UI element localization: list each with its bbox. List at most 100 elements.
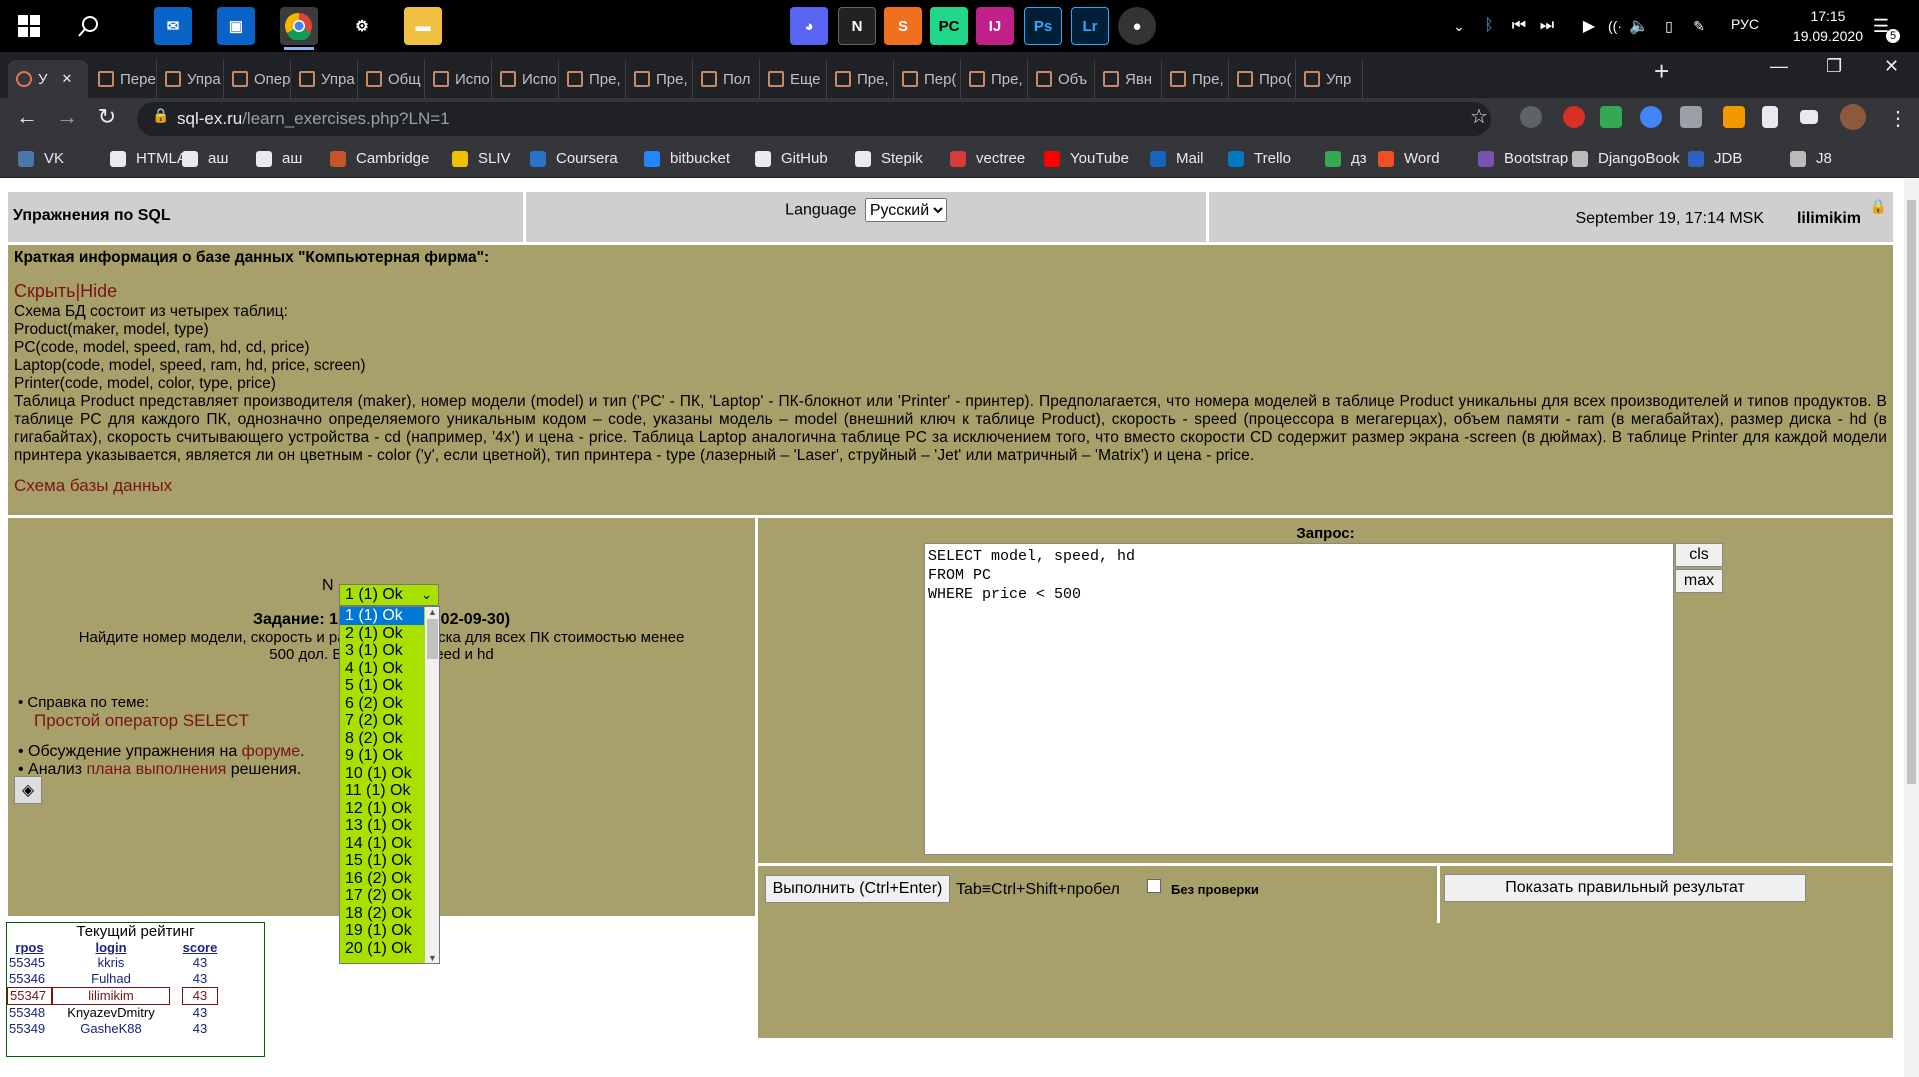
- tab-close-icon[interactable]: ✕: [62, 71, 73, 87]
- bookmark-item[interactable]: JDB: [1688, 150, 1742, 167]
- trello-app-icon[interactable]: ▣: [217, 7, 255, 45]
- username[interactable]: lilimikim: [1797, 210, 1861, 228]
- discord-app-icon[interactable]: ◕: [790, 7, 828, 45]
- bookmark-item[interactable]: SLIV: [452, 150, 511, 167]
- dropdown-option[interactable]: 8 (2) Ok: [340, 730, 424, 748]
- back-icon[interactable]: ←: [12, 104, 42, 130]
- dropdown-option[interactable]: 9 (1) Ok: [340, 747, 424, 765]
- dropdown-option[interactable]: 10 (1) Ok: [340, 765, 424, 783]
- tab[interactable]: Пол: [693, 60, 760, 98]
- dropdown-option[interactable]: 12 (1) Ok: [340, 800, 424, 818]
- scroll-down-arrow[interactable]: ▼: [425, 953, 439, 963]
- dropdown-option[interactable]: 1 (1) Ok: [340, 607, 424, 625]
- help-link[interactable]: Простой оператор SELECT: [34, 711, 249, 730]
- rating-column-header[interactable]: rpos: [7, 940, 52, 955]
- dropdown-option[interactable]: 19 (1) Ok: [340, 922, 424, 940]
- tab[interactable]: Про(: [1229, 60, 1296, 98]
- tab[interactable]: Еще: [760, 60, 827, 98]
- tab[interactable]: Объ: [1028, 60, 1095, 98]
- logout-icon[interactable]: 🔒: [1870, 198, 1887, 215]
- forum-link[interactable]: форуме: [242, 743, 301, 760]
- tab[interactable]: Упра: [157, 60, 224, 98]
- hide-link[interactable]: Скрыть|Hide: [14, 281, 117, 301]
- input-language[interactable]: РУС: [1731, 16, 1759, 32]
- cls-button[interactable]: cls: [1675, 543, 1723, 567]
- dropdown-option[interactable]: 6 (2) Ok: [340, 695, 424, 713]
- language-select[interactable]: Русский: [864, 198, 947, 222]
- dropdown-option[interactable]: 17 (2) Ok: [340, 887, 424, 905]
- tab[interactable]: Испо: [425, 60, 492, 98]
- address-bar[interactable]: sql-ex.ru/learn_exercises.php?LN=1: [137, 102, 1491, 136]
- extension-briefcase-icon[interactable]: [1680, 106, 1702, 128]
- dropdown-option[interactable]: 7 (2) Ok: [340, 712, 424, 730]
- tab[interactable]: Явн: [1095, 60, 1162, 98]
- tab[interactable]: Пре,: [827, 60, 894, 98]
- schema-link[interactable]: Схема базы данных: [14, 476, 172, 495]
- file-explorer-icon[interactable]: ▬: [404, 7, 442, 45]
- run-button[interactable]: Выполнить (Ctrl+Enter): [765, 875, 950, 903]
- bookmark-item[interactable]: YouTube: [1044, 150, 1129, 167]
- bookmark-star-icon[interactable]: ☆: [1470, 104, 1488, 129]
- menu-kebab-icon[interactable]: ⋮: [1888, 106, 1910, 130]
- notion-app-icon[interactable]: N: [838, 7, 876, 45]
- rating-cell[interactable]: kkris: [52, 955, 170, 971]
- bookmark-item[interactable]: Stepik: [855, 150, 923, 167]
- tab-active[interactable]: У ✕: [8, 60, 88, 98]
- intellij-app-icon[interactable]: IJ: [976, 7, 1014, 45]
- bookmark-item[interactable]: Word: [1378, 150, 1440, 167]
- maximize-button[interactable]: ❐: [1826, 56, 1842, 77]
- bookmark-item[interactable]: Bootstrap: [1478, 150, 1568, 167]
- page-scroll-thumb[interactable]: [1907, 200, 1916, 784]
- bookmark-item[interactable]: дз: [1325, 150, 1367, 167]
- rating-cell[interactable]: lilimikim: [52, 987, 170, 1005]
- bookmark-item[interactable]: HTMLA: [110, 150, 187, 167]
- tab[interactable]: Испо: [492, 60, 559, 98]
- dropdown-option[interactable]: 13 (1) Ok: [340, 817, 424, 835]
- search-icon[interactable]: [70, 7, 108, 45]
- tab[interactable]: Пре,: [961, 60, 1028, 98]
- tab[interactable]: Пер(: [894, 60, 961, 98]
- tab[interactable]: Опер: [224, 60, 291, 98]
- system-clock[interactable]: 17:15 19.09.2020: [1793, 6, 1863, 46]
- extensions-puzzle-icon[interactable]: [1762, 106, 1778, 128]
- no-check-checkbox[interactable]: [1147, 879, 1161, 893]
- tab[interactable]: Пре,: [1162, 60, 1229, 98]
- forward-icon[interactable]: →: [52, 104, 82, 130]
- bookmark-item[interactable]: аш: [256, 150, 302, 167]
- tab[interactable]: Упра: [291, 60, 358, 98]
- pen-icon[interactable]: ✎: [1680, 7, 1718, 45]
- extension-off-icon[interactable]: [1723, 106, 1745, 128]
- pycharm-app-icon[interactable]: PC: [930, 7, 968, 45]
- reload-icon[interactable]: ↻: [92, 104, 122, 130]
- profile-avatar[interactable]: [1840, 104, 1866, 130]
- sublime-app-icon[interactable]: S: [884, 7, 922, 45]
- tab[interactable]: Общ: [358, 60, 425, 98]
- dropdown-option[interactable]: 2 (1) Ok: [340, 625, 424, 643]
- dropdown-option[interactable]: 14 (1) Ok: [340, 835, 424, 853]
- extension-paw-icon[interactable]: [1520, 106, 1542, 128]
- extension-vpn-icon[interactable]: [1640, 106, 1662, 128]
- next-track-icon[interactable]: ⏭: [1528, 7, 1566, 45]
- bookmark-item[interactable]: DjangoBook: [1572, 150, 1680, 167]
- dropdown-option[interactable]: 20 (1) Ok: [340, 940, 424, 958]
- dropdown-scrollbar[interactable]: ▲ ▼: [425, 607, 439, 963]
- bookmark-item[interactable]: VK: [18, 150, 64, 167]
- tab[interactable]: Пере: [90, 60, 157, 98]
- bookmark-item[interactable]: Cambridge: [330, 150, 429, 167]
- bookmark-item[interactable]: Mail: [1150, 150, 1204, 167]
- scroll-up-arrow[interactable]: ▲: [425, 607, 439, 617]
- show-result-button[interactable]: Показать правильный результат: [1444, 874, 1806, 902]
- rating-cell[interactable]: GasheK88: [52, 1021, 170, 1037]
- minimize-button[interactable]: —: [1770, 56, 1788, 77]
- photoshop-app-icon[interactable]: Ps: [1024, 7, 1062, 45]
- scroll-thumb[interactable]: [427, 619, 438, 659]
- close-window-button[interactable]: ✕: [1884, 56, 1899, 77]
- settings-gear-icon[interactable]: ⚙: [343, 7, 381, 45]
- exercise-select[interactable]: 1 (1) Ok ⌄: [339, 584, 439, 606]
- tab[interactable]: Упр: [1296, 60, 1363, 98]
- bookmark-item[interactable]: GitHub: [755, 150, 828, 167]
- rating-cell[interactable]: KnyazevDmitry: [52, 1005, 170, 1021]
- wifi-icon[interactable]: ((·: [1596, 7, 1634, 45]
- tab[interactable]: Пре,: [626, 60, 693, 98]
- sql-query-editor[interactable]: SELECT model, speed, hd FROM PC WHERE pr…: [924, 543, 1674, 855]
